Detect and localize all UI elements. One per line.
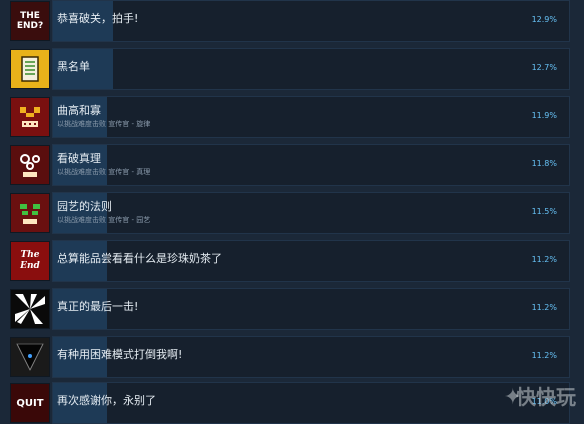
- unlock-percent: 11.2%: [531, 351, 557, 360]
- dark-triangle-icon: [10, 337, 50, 377]
- skull-glyph: [20, 204, 40, 224]
- achievement-title: 黑名单: [57, 60, 90, 73]
- achievement-row[interactable]: 园艺的法则 以挑战难度击败 宣传官 - 园艺 11.5%: [10, 192, 570, 234]
- unlock-percent: 11.2%: [531, 255, 557, 264]
- achievement-title: 再次感谢你，永别了: [57, 394, 156, 407]
- the-end-text-icon: THE END?: [10, 1, 50, 41]
- progress-bar: 再次感谢你，永别了 11.0%: [52, 382, 570, 424]
- progress-bar: 曲高和寡 以挑战难度击败 宣传官 - 旋律 11.9%: [52, 96, 570, 138]
- achievement-title: 总算能品尝看看什么是珍珠奶茶了: [57, 252, 222, 265]
- achievement-desc: 以挑战难度击败 宣传官 - 旋律: [57, 120, 151, 128]
- unlock-percent: 12.9%: [531, 15, 557, 24]
- progress-bar: 真正的最后一击! 11.2%: [52, 288, 570, 330]
- achievement-title: 真正的最后一击!: [57, 300, 139, 313]
- achievement-title: 曲高和寡: [57, 104, 101, 117]
- blacklist-icon: [10, 49, 50, 89]
- progress-bar: 总算能品尝看看什么是珍珠奶茶了 11.2%: [52, 240, 570, 282]
- unlock-percent: 11.9%: [531, 111, 557, 120]
- burst-icon: [10, 289, 50, 329]
- achievement-title: 看破真理: [57, 152, 101, 165]
- unlock-percent: 11.2%: [531, 303, 557, 312]
- achievement-desc: 以挑战难度击败 宣传官 - 真理: [57, 168, 151, 176]
- watermark: 快快玩: [516, 385, 576, 409]
- achievement-row[interactable]: QUIT 再次感谢你，永别了 11.0%: [10, 382, 570, 424]
- eyes-skull-icon: [10, 145, 50, 185]
- achievement-row[interactable]: 曲高和寡 以挑战难度击败 宣传官 - 旋律 11.9%: [10, 96, 570, 138]
- achievement-title: 园艺的法则: [57, 200, 112, 213]
- achievement-row[interactable]: 看破真理 以挑战难度击败 宣传官 - 真理 11.8%: [10, 144, 570, 186]
- achievement-desc: 以挑战难度击败 宣传官 - 园艺: [57, 216, 151, 224]
- unlock-percent: 11.5%: [531, 207, 557, 216]
- progress-bar: 看破真理 以挑战难度击败 宣传官 - 真理 11.8%: [52, 144, 570, 186]
- achievement-title: 恭喜破关，拍手!: [57, 12, 139, 25]
- achievement-row[interactable]: 真正的最后一击! 11.2%: [10, 288, 570, 330]
- eyes-glyph: [20, 154, 40, 177]
- quit-icon: QUIT: [10, 383, 50, 423]
- achievement-row[interactable]: 有种用困难模式打倒我啊! 11.2%: [10, 336, 570, 378]
- achievement-row[interactable]: THE END? 恭喜破关，拍手! 12.9%: [10, 0, 570, 42]
- pixel-skull-icon: [10, 97, 50, 137]
- notepad-glyph: [21, 56, 39, 82]
- unlock-percent: 12.7%: [531, 63, 557, 72]
- skull-glyph: [20, 107, 40, 127]
- progress-bar: 有种用困难模式打倒我啊! 11.2%: [52, 336, 570, 378]
- progress-bar: 园艺的法则 以挑战难度击败 宣传官 - 园艺 11.5%: [52, 192, 570, 234]
- progress-bar: 恭喜破关，拍手! 12.9%: [52, 0, 570, 42]
- achievement-row[interactable]: The End 总算能品尝看看什么是珍珠奶茶了 11.2%: [10, 240, 570, 282]
- achievement-title: 有种用困难模式打倒我啊!: [57, 348, 183, 361]
- triangle-glyph: [16, 343, 44, 372]
- green-skull-icon: [10, 193, 50, 233]
- the-end-script-icon: The End: [10, 241, 50, 281]
- unlock-percent: 11.8%: [531, 159, 557, 168]
- burst-glyph: [15, 294, 45, 324]
- progress-bar: 黑名单 12.7%: [52, 48, 570, 90]
- achievement-row[interactable]: 黑名单 12.7%: [10, 48, 570, 90]
